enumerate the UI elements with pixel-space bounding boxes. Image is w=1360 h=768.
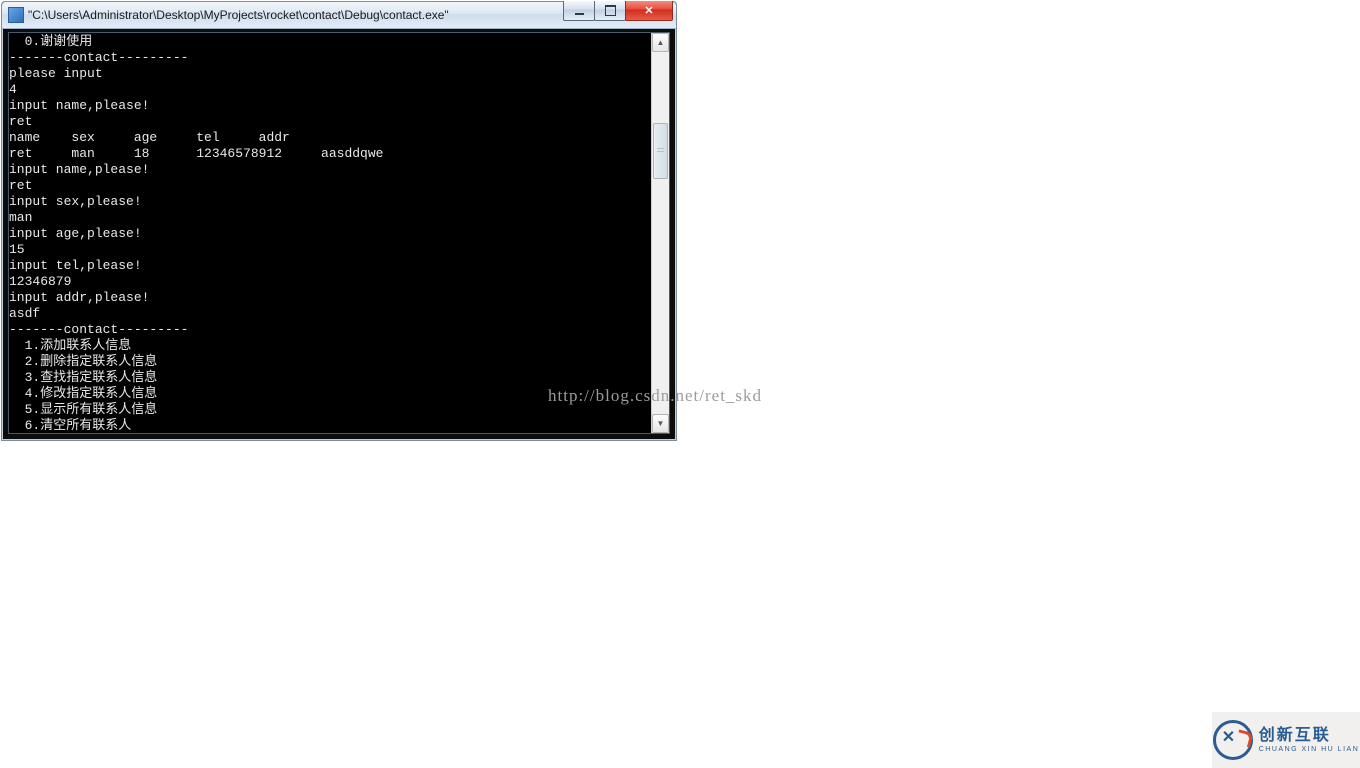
scroll-up-arrow-icon[interactable]: ▲ — [652, 33, 669, 52]
watermark-text: http://blog.csdn.net/ret_skd — [548, 386, 762, 406]
window-controls — [564, 1, 673, 21]
scroll-down-arrow-icon[interactable]: ▼ — [652, 414, 669, 433]
maximize-button[interactable] — [594, 1, 626, 21]
brand-logo-en: CHUANG XIN HU LIAN — [1259, 746, 1360, 753]
brand-logo: 创新互联 CHUANG XIN HU LIAN — [1212, 712, 1360, 768]
minimize-button[interactable] — [563, 1, 595, 21]
scroll-thumb[interactable] — [653, 123, 668, 179]
brand-logo-text: 创新互联 CHUANG XIN HU LIAN — [1259, 728, 1360, 753]
brand-logo-cn: 创新互联 — [1259, 728, 1360, 744]
window-title: "C:\Users\Administrator\Desktop\MyProjec… — [28, 8, 449, 22]
close-button[interactable] — [625, 1, 673, 21]
titlebar[interactable]: "C:\Users\Administrator\Desktop\MyProjec… — [2, 2, 676, 29]
console-window: "C:\Users\Administrator\Desktop\MyProjec… — [1, 1, 677, 441]
console-output: 0.谢谢使用 -------contact--------- please in… — [9, 33, 651, 433]
brand-logo-icon — [1213, 720, 1253, 760]
vertical-scrollbar[interactable]: ▲ ▼ — [651, 33, 669, 433]
client-area: 0.谢谢使用 -------contact--------- please in… — [8, 32, 670, 434]
app-icon — [8, 7, 24, 23]
